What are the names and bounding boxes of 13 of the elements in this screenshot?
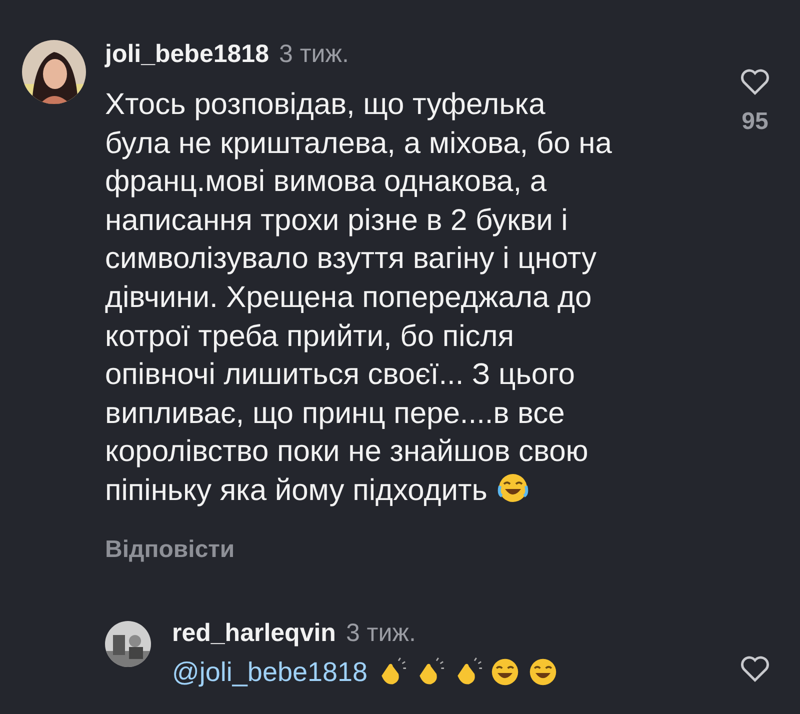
- comment-text: Хтось розповідав, що туфелька була не кришталева, а міхова, бо на франц.мові вимова однакова, а написання трохи різне в 2 букви і символізувало взуття вагіну і цноту дівчини. Хрещена попереджала до котрої треба прийти, бо після опівночі лишиться своєї... З цього випливає, що принц пере....в все королівство поки не знайшов свою піпіньку яка йому підходить: [105, 87, 613, 509]
- like-count: 95: [742, 108, 768, 136]
- heart-icon[interactable]: [740, 68, 770, 96]
- heart-icon[interactable]: [740, 654, 770, 683]
- reply-button[interactable]: Відповісти: [105, 536, 235, 564]
- mention-link[interactable]: @joli_bebe1818: [172, 656, 368, 688]
- username[interactable]: joli_bebe1818: [105, 40, 269, 69]
- timestamp: 3 тиж.: [278, 40, 349, 69]
- laughing-emoji-icon: [497, 472, 530, 504]
- timestamp: 3 тиж.: [346, 618, 416, 648]
- username[interactable]: red_harleqvin: [172, 618, 336, 648]
- laughing-emoji-icon: [490, 657, 520, 688]
- laughing-emoji-icon: [528, 657, 558, 688]
